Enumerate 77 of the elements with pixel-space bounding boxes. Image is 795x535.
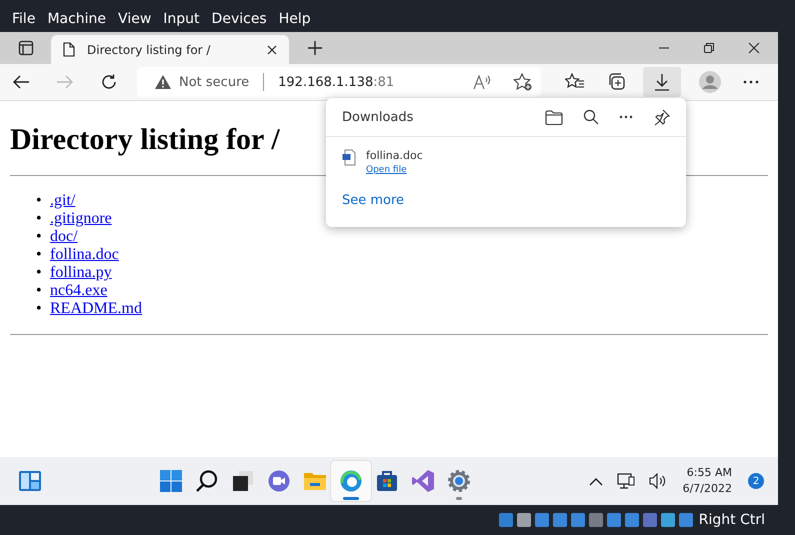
- bullet: •: [36, 246, 43, 264]
- more-icon[interactable]: [619, 115, 633, 119]
- bullet: •: [36, 228, 43, 246]
- menu-item[interactable]: Input: [157, 10, 206, 26]
- network-icon[interactable]: [616, 472, 635, 490]
- downloads-button[interactable]: [643, 67, 681, 97]
- menu-item[interactable]: Devices: [206, 10, 273, 26]
- host-key-label: Right Ctrl: [698, 512, 765, 528]
- chat-icon: [267, 469, 292, 493]
- pin-icon[interactable]: [653, 108, 670, 126]
- store-icon: [375, 469, 400, 493]
- see-more-link[interactable]: See more: [342, 193, 404, 208]
- chevron-up-icon[interactable]: [588, 476, 603, 486]
- page-heading: Directory listing for /: [10, 123, 280, 157]
- collections-icon[interactable]: [607, 73, 627, 91]
- widgets-icon[interactable]: [18, 470, 42, 492]
- bullet: •: [36, 192, 43, 210]
- url-text: 192.168.1.138:81: [278, 74, 394, 90]
- folder-icon[interactable]: [545, 110, 563, 124]
- status-icon[interactable]: [552, 513, 567, 527]
- status-icon[interactable]: [660, 513, 675, 527]
- open-file-link[interactable]: Open file: [366, 165, 423, 175]
- read-aloud-icon[interactable]: [473, 74, 493, 90]
- bullet: •: [36, 264, 43, 282]
- status-icon[interactable]: [570, 513, 585, 527]
- status-icon[interactable]: [588, 513, 603, 527]
- close-icon[interactable]: [267, 44, 277, 54]
- menu-item[interactable]: View: [112, 10, 158, 26]
- panel-title: Downloads: [342, 110, 414, 124]
- status-icon[interactable]: [606, 513, 621, 527]
- close-icon[interactable]: [748, 42, 760, 54]
- status-icon[interactable]: [678, 513, 693, 527]
- more-icon[interactable]: [743, 80, 759, 84]
- security-label: Not secure: [179, 74, 250, 90]
- file-link[interactable]: nc64.exe: [50, 282, 108, 300]
- document-icon: [342, 149, 356, 166]
- status-icon[interactable]: [498, 513, 513, 527]
- status-icon[interactable]: [624, 513, 639, 527]
- browser-icon: [339, 469, 364, 493]
- file-link[interactable]: README.md: [50, 300, 142, 318]
- status-icon[interactable]: [642, 513, 657, 527]
- address-bar[interactable]: Not secure 192.168.1.138:81: [137, 67, 541, 97]
- bullet: •: [36, 282, 43, 300]
- menu-item[interactable]: Machine: [41, 10, 112, 26]
- file-link[interactable]: .git/: [50, 192, 76, 210]
- menu-item[interactable]: File: [6, 10, 42, 26]
- file-link[interactable]: follina.doc: [50, 246, 119, 264]
- bullet: •: [36, 300, 43, 318]
- page-icon: [63, 42, 75, 57]
- warning-icon: [155, 75, 171, 89]
- file-link[interactable]: doc/: [50, 228, 78, 246]
- search-icon[interactable]: [583, 109, 599, 125]
- add-favorite-icon[interactable]: [513, 73, 533, 91]
- back-icon[interactable]: [12, 74, 30, 90]
- profile-avatar[interactable]: [699, 71, 721, 93]
- favorites-icon[interactable]: [565, 73, 585, 91]
- tab-actions-icon[interactable]: [18, 40, 34, 56]
- download-icon: [654, 73, 670, 91]
- search-icon: [195, 469, 220, 493]
- status-icon[interactable]: [534, 513, 549, 527]
- bullet: •: [36, 210, 43, 228]
- volume-icon[interactable]: [648, 473, 667, 489]
- app-icon: [411, 469, 436, 493]
- new-tab-icon[interactable]: [307, 40, 323, 56]
- status-icon[interactable]: [516, 513, 531, 527]
- file-link[interactable]: follina.py: [50, 264, 112, 282]
- refresh-icon[interactable]: [100, 73, 118, 91]
- clock[interactable]: 6:55 AM 6/7/2022: [680, 465, 734, 497]
- file-name: follina.doc: [366, 149, 423, 162]
- menu-item[interactable]: Help: [272, 10, 317, 26]
- restore-icon[interactable]: [703, 42, 715, 54]
- start-icon: [159, 469, 184, 493]
- task-view-icon: [231, 469, 256, 493]
- notification-badge[interactable]: 2: [748, 473, 764, 489]
- file-link[interactable]: .gitignore: [50, 210, 112, 228]
- browser-tab[interactable]: Directory listing for /: [51, 35, 289, 64]
- gear-icon: [447, 469, 472, 493]
